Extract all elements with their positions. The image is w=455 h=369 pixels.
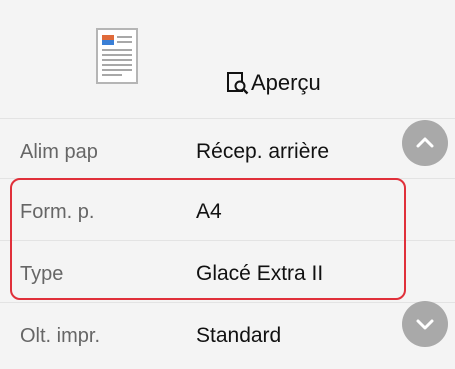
setting-row-paper-source[interactable]: Alim pap Récep. arrière	[0, 118, 455, 185]
document-thumbnail-icon	[96, 28, 138, 84]
preview-button[interactable]: Aperçu	[226, 66, 321, 100]
chevron-down-icon	[416, 319, 434, 330]
setting-value: Standard	[196, 324, 282, 347]
setting-value: A4	[196, 200, 222, 223]
preview-area: Aperçu	[0, 0, 455, 118]
setting-label: Alim pap	[20, 140, 98, 163]
print-settings-screen: Aperçu Alim pap Récep. arrière Form. p. …	[0, 0, 455, 369]
setting-row-print-quality[interactable]: Olt. impr. Standard	[0, 302, 455, 369]
setting-row-page-size[interactable]: Form. p. A4	[0, 178, 455, 245]
setting-label: Type	[20, 262, 64, 285]
preview-label: Aperçu	[251, 70, 321, 95]
preview-magnifier-icon	[227, 72, 249, 95]
setting-label: Form. p.	[20, 200, 95, 223]
setting-value: Glacé Extra II	[196, 262, 324, 285]
scroll-up-button[interactable]	[402, 120, 448, 166]
chevron-up-icon	[416, 137, 434, 148]
setting-row-media-type[interactable]: Type Glacé Extra II	[0, 240, 455, 307]
scroll-down-button[interactable]	[402, 301, 448, 347]
setting-value: Récep. arrière	[196, 140, 330, 163]
setting-label: Olt. impr.	[20, 324, 101, 347]
